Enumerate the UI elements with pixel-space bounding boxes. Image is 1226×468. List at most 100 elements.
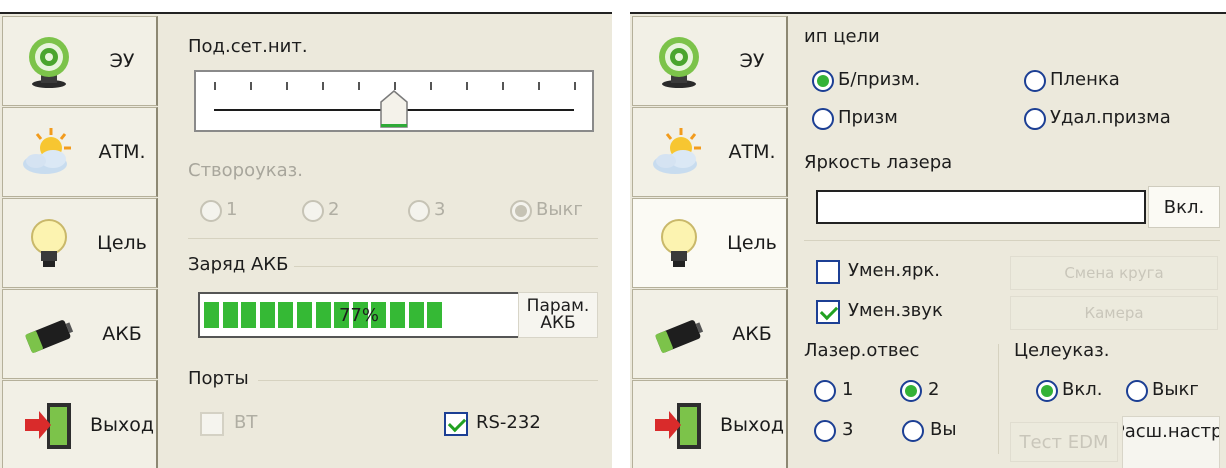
target-label-prism: Призм [838,107,898,128]
dim-brightness-label: Умен.ярк. [848,260,940,281]
slider-tick [358,82,360,90]
pointer-label-off: Выкг [1152,379,1199,400]
weather-icon [23,128,71,174]
laser-on-button[interactable]: Вкл. [1148,186,1220,228]
target-icon [29,37,69,88]
plumb-radio-2[interactable] [302,200,324,222]
camera-button[interactable]: Камера [1010,296,1218,330]
target-radio-remote-prism[interactable] [1024,108,1046,130]
exit-icon [655,403,701,449]
laser-brightness-bar[interactable] [816,190,1146,224]
sidebar-item-atm[interactable]: АТМ. [632,107,788,197]
divider [188,238,598,239]
target-label-remote-prism: Удал.призма [1050,107,1171,128]
target-radio-no-prism[interactable] [812,70,834,92]
pointer-title: Целеуказ. [1014,340,1110,361]
sidebar-item-label: Цель [97,232,147,254]
port-rs232-label: RS-232 [476,412,541,433]
settings-panel-2: ЭУ АТМ. Цель АКБ Выход ип цели Б/призм. … [630,12,1226,468]
port-bt-label: BT [234,412,258,433]
exit-icon [25,403,71,449]
pointer-label-on: Вкл. [1062,379,1103,400]
slider-tick [502,82,504,90]
target-radio-film[interactable] [1024,70,1046,92]
slider-tick [394,82,396,90]
laser-plumb-radio-off[interactable] [902,420,924,442]
battery-params-button[interactable]: Парам. АКБ [518,292,598,338]
slider-tick [214,82,216,90]
divider [998,344,999,454]
slider-tick [466,82,468,90]
laser-plumb-label-2: 2 [928,379,940,400]
target-type-group-title: ип цели [804,26,880,47]
sidebar-item-label: Цель [727,232,777,254]
divider [294,266,598,267]
pointer-radio-on[interactable] [1036,380,1058,402]
sidebar-item-label: Выход [89,414,155,436]
sidebar-item-label: Выход [719,414,785,436]
bulb-icon [661,219,697,267]
divider [804,240,1220,241]
plumb-radio-off[interactable] [510,200,532,222]
laser-plumb-label-1: 1 [842,379,854,400]
laser-plumb-radio-2[interactable] [900,380,922,402]
battery-percent: 77% [338,304,379,326]
sidebar-item-exit[interactable]: Выход [2,380,158,468]
dim-sound-label: Умен.звук [848,300,943,321]
sidebar-item-label: АКБ [732,323,772,345]
target-icon [659,37,699,88]
target-label-film: Пленка [1050,69,1120,90]
slider-tick [538,82,540,90]
plumb-radio-1[interactable] [200,200,222,222]
plumb-label-off: Выкг [536,199,583,220]
slider-thumb[interactable] [380,90,408,128]
sidebar-item-label: ЭУ [109,50,135,72]
battery-icon [25,320,74,353]
divider [258,380,598,381]
plumb-label-2: 2 [328,199,340,220]
battery-progress-bar: 77% [198,292,520,338]
sidebar-item-label: ЭУ [739,50,765,72]
sidebar-item-label: АТМ. [98,141,146,163]
sidebar-item-target[interactable]: Цель [2,198,158,288]
port-bt-checkbox[interactable] [200,412,224,436]
dim-sound-checkbox[interactable] [816,300,840,324]
sidebar-item-battery[interactable]: АКБ [2,289,158,379]
slider-tick [286,82,288,90]
sidebar-item-label: АТМ. [728,141,776,163]
plumb-radio-3[interactable] [408,200,430,222]
port-rs232-checkbox[interactable] [444,412,468,436]
face-change-button[interactable]: Смена круга [1010,256,1218,290]
sidebar-item-eu[interactable]: ЭУ [632,16,788,106]
sidebar-item-battery[interactable]: АКБ [632,289,788,379]
sidebar-item-exit[interactable]: Выход [632,380,788,468]
plumb-label-1: 1 [226,199,238,220]
target-radio-prism[interactable] [812,108,834,130]
sidebar: ЭУ АТМ. Цель АКБ Выход [2,16,158,468]
advanced-settings-button[interactable]: Расш.настр. [1122,416,1220,468]
plumb-group-title: Створоуказ. [188,160,303,181]
dim-brightness-checkbox[interactable] [816,260,840,284]
laser-plumb-title: Лазер.отвес [804,340,920,361]
settings-content: Под.сет.нит. Створоуказ. 1 2 3 Выкг Заря… [164,14,612,468]
reticle-slider[interactable] [194,70,594,132]
sidebar-item-target[interactable]: Цель [632,198,788,288]
laser-plumb-label-3: 3 [842,419,854,440]
pointer-radio-off[interactable] [1126,380,1148,402]
sidebar: ЭУ АТМ. Цель АКБ Выход [632,16,788,468]
laser-plumb-radio-3[interactable] [814,420,836,442]
battery-icon [655,320,704,353]
slider-tick [574,82,576,90]
settings-panel-1: ЭУ АТМ. Цель АКБ Выход Под.сет.нит. Ство… [0,12,612,468]
laser-plumb-label-off: Вы [930,419,957,440]
target-settings-content: ип цели Б/призм. Пленка Призм Удал.призм… [794,14,1226,468]
sidebar-item-atm[interactable]: АТМ. [2,107,158,197]
slider-tick [250,82,252,90]
edm-test-button[interactable]: Тест EDM [1010,422,1118,462]
slider-tick [322,82,324,90]
sidebar-item-label: АКБ [102,323,142,345]
ports-group-title: Порты [188,368,249,389]
sidebar-item-eu[interactable]: ЭУ [2,16,158,106]
plumb-label-3: 3 [434,199,446,220]
laser-plumb-radio-1[interactable] [814,380,836,402]
